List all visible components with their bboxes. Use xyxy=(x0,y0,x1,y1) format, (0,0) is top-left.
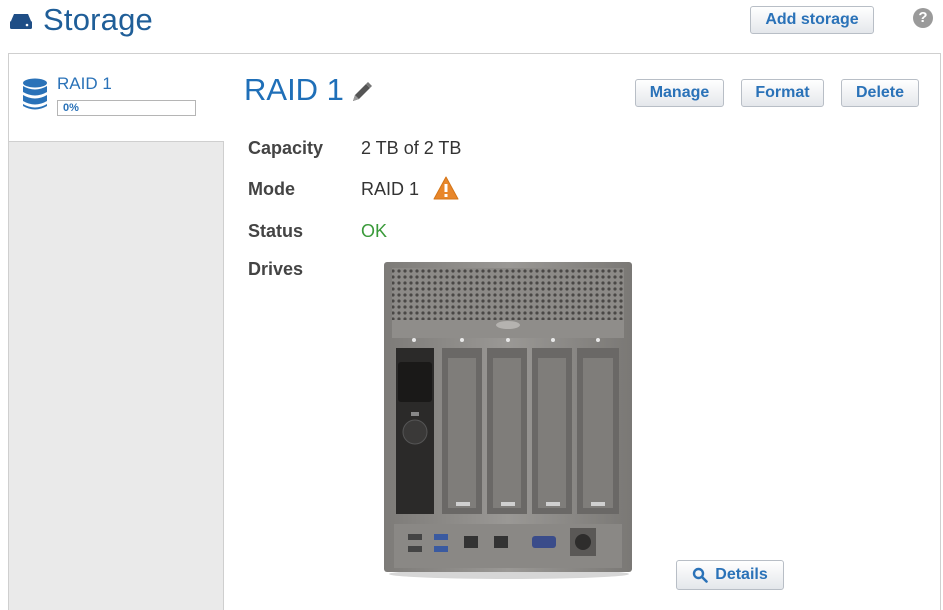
magnifier-icon xyxy=(693,567,709,583)
pencil-icon[interactable] xyxy=(350,80,374,104)
status-label: Status xyxy=(248,221,304,241)
add-storage-button[interactable]: Add storage xyxy=(750,6,874,34)
storage-title: RAID 1 xyxy=(244,72,344,107)
status-value: OK xyxy=(361,221,388,241)
delete-button[interactable]: Delete xyxy=(841,79,919,107)
database-icon xyxy=(23,78,47,110)
storage-drive-icon xyxy=(10,14,32,29)
format-button[interactable]: Format xyxy=(741,79,824,107)
details-button[interactable]: Details xyxy=(676,560,784,590)
page-title: Storage xyxy=(43,2,153,37)
nas-device-image xyxy=(384,262,632,579)
mode-value: RAID 1 xyxy=(361,179,420,199)
mode-label: Mode xyxy=(248,179,295,199)
details-label: Details xyxy=(715,566,768,583)
help-icon[interactable]: ? xyxy=(913,8,933,28)
warning-icon[interactable] xyxy=(433,176,459,200)
manage-button[interactable]: Manage xyxy=(635,79,724,107)
storage-item-name: RAID 1 xyxy=(57,74,112,93)
capacity-label: Capacity xyxy=(248,138,324,158)
usage-percent: 0% xyxy=(63,102,79,114)
usage-progress-bar: 0% xyxy=(57,100,196,116)
capacity-value: 2 TB of 2 TB xyxy=(361,138,462,158)
storage-list: RAID 1 0% xyxy=(8,53,225,610)
drives-label: Drives xyxy=(248,259,304,279)
header: Storage Add storage ? xyxy=(0,0,943,52)
list-item-raid-1[interactable]: RAID 1 0% xyxy=(9,54,225,142)
